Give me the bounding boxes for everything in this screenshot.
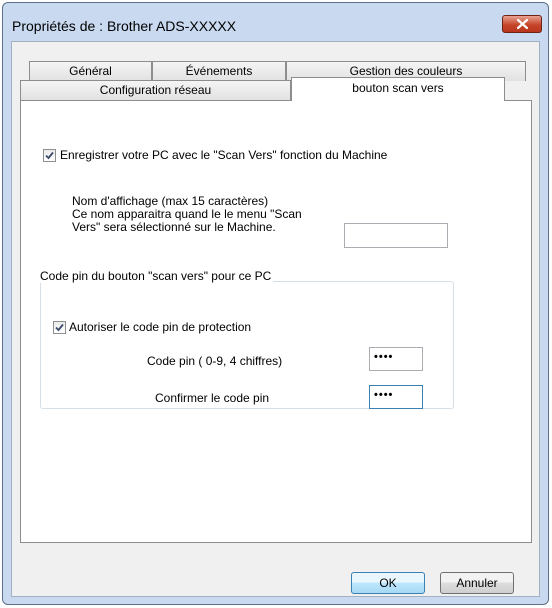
properties-dialog: Propriétés de : Brother ADS-XXXXX Généra…: [2, 2, 549, 605]
pin-code-label: Code pin ( 0-9, 4 chiffres): [147, 354, 283, 368]
scan-to-button-panel: Enregistrer votre PC avec le "Scan Vers"…: [20, 100, 532, 543]
enable-pin-label: Autoriser le code pin de protection: [69, 320, 252, 334]
display-name-label-line1: Nom d'affichage (max 15 caractères): [72, 194, 269, 208]
close-button[interactable]: [502, 15, 542, 33]
confirm-pin-value: ••••: [374, 389, 394, 401]
display-name-input[interactable]: [344, 223, 448, 248]
display-name-label-line2: Ce nom apparaitra quand le le menu "Scan: [72, 207, 302, 221]
checkmark-icon: [45, 151, 54, 160]
tab-general[interactable]: Général: [29, 61, 152, 81]
register-pc-label: Enregistrer votre PC avec le "Scan Vers"…: [60, 148, 388, 162]
ok-button[interactable]: OK: [351, 572, 425, 594]
confirm-pin-input[interactable]: ••••: [369, 385, 423, 409]
checkmark-icon: [55, 323, 64, 332]
window-title: Propriétés de : Brother ADS-XXXXX: [12, 18, 237, 34]
tab-scan-to-button[interactable]: bouton scan vers: [291, 77, 505, 101]
title-bar[interactable]: Propriétés de : Brother ADS-XXXXX: [3, 3, 548, 35]
tab-events[interactable]: Événements: [152, 61, 286, 81]
tab-network-configuration[interactable]: Configuration réseau: [20, 80, 291, 100]
display-name-label-line3: Vers" sera sélectionné sur le Machine.: [72, 220, 276, 234]
register-pc-checkbox[interactable]: [43, 149, 56, 162]
pin-code-input[interactable]: ••••: [369, 347, 423, 371]
pin-code-value: ••••: [374, 351, 394, 363]
pin-group-title: Code pin du bouton "scan vers" pour ce P…: [38, 269, 274, 283]
close-icon: [517, 19, 528, 29]
cancel-button[interactable]: Annuler: [440, 572, 514, 594]
enable-pin-checkbox[interactable]: [53, 321, 66, 334]
dialog-client-area: Général Événements Gestion des couleurs …: [11, 41, 540, 597]
confirm-pin-label: Confirmer le code pin: [155, 391, 270, 405]
